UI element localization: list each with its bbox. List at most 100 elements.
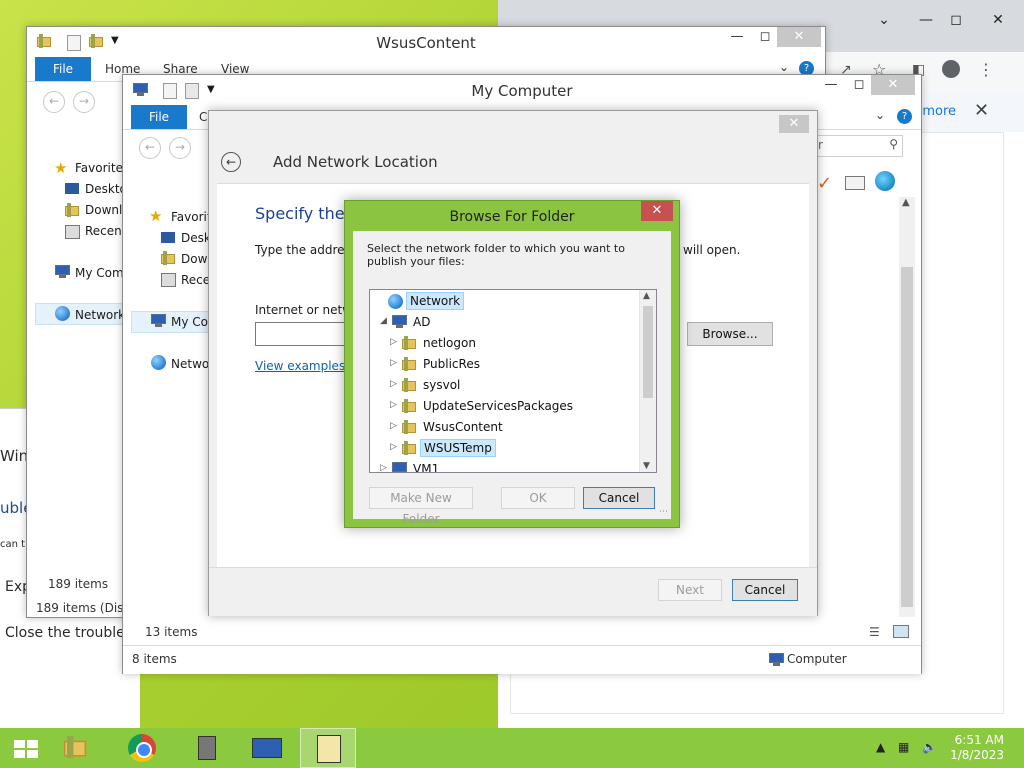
- forward-button[interactable]: →: [169, 137, 191, 159]
- maximize-button[interactable]: ◻: [845, 75, 873, 95]
- back-button[interactable]: ←: [43, 91, 65, 113]
- tree-item-label: sysvol: [423, 378, 461, 392]
- ok-button[interactable]: OK: [501, 487, 575, 509]
- expand-icon[interactable]: ▷: [390, 400, 397, 410]
- make-new-folder-button[interactable]: Make New Folder: [369, 487, 473, 526]
- system-clock[interactable]: 6:51 AM 1/8/2023: [950, 733, 1004, 763]
- back-arrow-icon[interactable]: ←: [221, 152, 241, 172]
- vertical-scrollbar[interactable]: ▲: [899, 197, 915, 617]
- chevron-down-icon[interactable]: ⌄: [866, 8, 902, 32]
- address-input[interactable]: [255, 322, 357, 346]
- nav-my-computer[interactable]: My Co: [171, 315, 208, 329]
- start-button[interactable]: [0, 728, 56, 768]
- nav-favorites[interactable]: Favorit: [171, 210, 212, 224]
- tree-item[interactable]: ▷ sysvol: [370, 375, 640, 396]
- large-icons-view-icon[interactable]: [893, 625, 909, 638]
- tree-item[interactable]: ▷ UpdateServicesPackages: [370, 396, 640, 417]
- infobar-close-button[interactable]: ✕: [974, 100, 989, 121]
- map-drive-icon[interactable]: [845, 176, 865, 190]
- taskbar-control-panel[interactable]: [300, 728, 356, 768]
- nav-network[interactable]: Netwo: [171, 357, 209, 371]
- browse-button[interactable]: Browse...: [687, 322, 773, 346]
- close-button[interactable]: ✕: [779, 115, 809, 133]
- tree-scrollbar[interactable]: ▲ ▼: [639, 290, 656, 472]
- nav-recent[interactable]: Recent: [85, 224, 126, 238]
- show-hidden-icons-icon[interactable]: ▲: [876, 740, 885, 754]
- search-input[interactable]: r ⚲: [813, 135, 903, 157]
- expand-icon[interactable]: ▷: [390, 442, 397, 452]
- close-button[interactable]: ✕: [777, 27, 821, 47]
- tree-item[interactable]: ◢ AD: [370, 312, 640, 333]
- downloads-folder-icon: [65, 203, 79, 217]
- lock-icon: [198, 736, 216, 760]
- profile-avatar-icon[interactable]: [942, 60, 960, 78]
- folder-icon: [402, 336, 416, 350]
- scroll-up-icon[interactable]: ▲: [902, 197, 910, 208]
- clock-time: 6:51 AM: [954, 733, 1004, 747]
- menu-dots-icon[interactable]: ⋮: [978, 60, 994, 79]
- tree-item[interactable]: ▷ PublicRes: [370, 354, 640, 375]
- expand-icon[interactable]: ▷: [390, 337, 397, 347]
- back-button[interactable]: ←: [139, 137, 161, 159]
- tree-item[interactable]: ▷ WSUSTemp: [370, 438, 640, 459]
- taskbar-security-tool[interactable]: [178, 728, 234, 768]
- next-button[interactable]: Next: [658, 579, 722, 601]
- taskbar-file-explorer[interactable]: [50, 728, 106, 768]
- expand-icon[interactable]: ▷: [390, 421, 397, 431]
- taskbar-remote-desktop[interactable]: [238, 728, 294, 768]
- control-panel-icon[interactable]: [875, 171, 895, 191]
- nav-my-computer[interactable]: My Com: [75, 266, 124, 280]
- search-icon: ⚲: [889, 137, 898, 151]
- expand-icon[interactable]: ▷: [390, 358, 397, 368]
- cancel-button[interactable]: Cancel: [732, 579, 798, 601]
- help-icon[interactable]: ?: [897, 109, 912, 124]
- dialog-client-area: Select the network folder to which you w…: [353, 231, 671, 526]
- tree-item[interactable]: ▷ WsusContent: [370, 417, 640, 438]
- scroll-thumb[interactable]: [901, 267, 913, 607]
- resize-grip-icon[interactable]: ⋯: [659, 507, 668, 517]
- folder-icon: [402, 399, 416, 413]
- edit-pencil-icon[interactable]: ✓: [817, 173, 832, 194]
- computer-icon: [769, 653, 784, 666]
- items-count: 13 items: [145, 625, 198, 639]
- nav-desktop[interactable]: Deskto: [85, 182, 127, 196]
- close-button[interactable]: ✕: [980, 8, 1016, 32]
- dialog-title: Browse For Folder: [449, 209, 575, 225]
- maximize-button[interactable]: ◻: [938, 8, 974, 32]
- tab-file[interactable]: File: [131, 105, 187, 129]
- scroll-down-icon[interactable]: ▼: [643, 461, 650, 471]
- ribbon-expand-icon[interactable]: ⌄: [875, 108, 885, 122]
- scroll-up-icon[interactable]: ▲: [643, 291, 650, 301]
- computer-icon: [55, 265, 70, 278]
- forward-button[interactable]: →: [73, 91, 95, 113]
- status-location: Computer: [787, 652, 847, 666]
- expand-icon[interactable]: ▷: [390, 379, 397, 389]
- details-view-icon[interactable]: ☰: [869, 625, 880, 639]
- close-button[interactable]: ✕: [641, 201, 673, 221]
- ribbon-expand-icon[interactable]: ⌄: [779, 60, 789, 74]
- search-placeholder: r: [818, 138, 823, 152]
- computer-icon: [392, 462, 407, 472]
- tab-file[interactable]: File: [35, 57, 91, 81]
- close-button[interactable]: ✕: [871, 75, 915, 95]
- tree-item[interactable]: ▷ netlogon: [370, 333, 640, 354]
- minimize-button[interactable]: —: [723, 27, 751, 47]
- maximize-button[interactable]: ◻: [751, 27, 779, 47]
- status-bar: 8 items Computer: [123, 645, 921, 674]
- control-panel-icon: [317, 735, 341, 763]
- scroll-thumb[interactable]: [643, 306, 653, 398]
- folder-tree[interactable]: ▷ VM1 ▷ WSUSTemp ▷ WsusContent ▷ UpdateServices…: [369, 289, 657, 473]
- taskbar-chrome[interactable]: [114, 728, 170, 768]
- volume-icon[interactable]: 🔈: [922, 740, 937, 754]
- nav-network[interactable]: Network: [75, 308, 125, 322]
- tree-item[interactable]: ▷ VM1: [370, 459, 640, 472]
- minimize-button[interactable]: —: [817, 75, 845, 95]
- downloads-folder-icon: [161, 251, 175, 265]
- network-status-icon[interactable]: ▦: [898, 740, 909, 754]
- cancel-button[interactable]: Cancel: [583, 487, 655, 509]
- collapse-icon[interactable]: ◢: [380, 316, 387, 326]
- close-troubleshooter-link[interactable]: Close the trouble: [5, 625, 125, 641]
- tree-item[interactable]: Network: [370, 291, 640, 312]
- view-examples-link[interactable]: View examples: [255, 359, 345, 373]
- expand-icon[interactable]: ▷: [380, 463, 387, 472]
